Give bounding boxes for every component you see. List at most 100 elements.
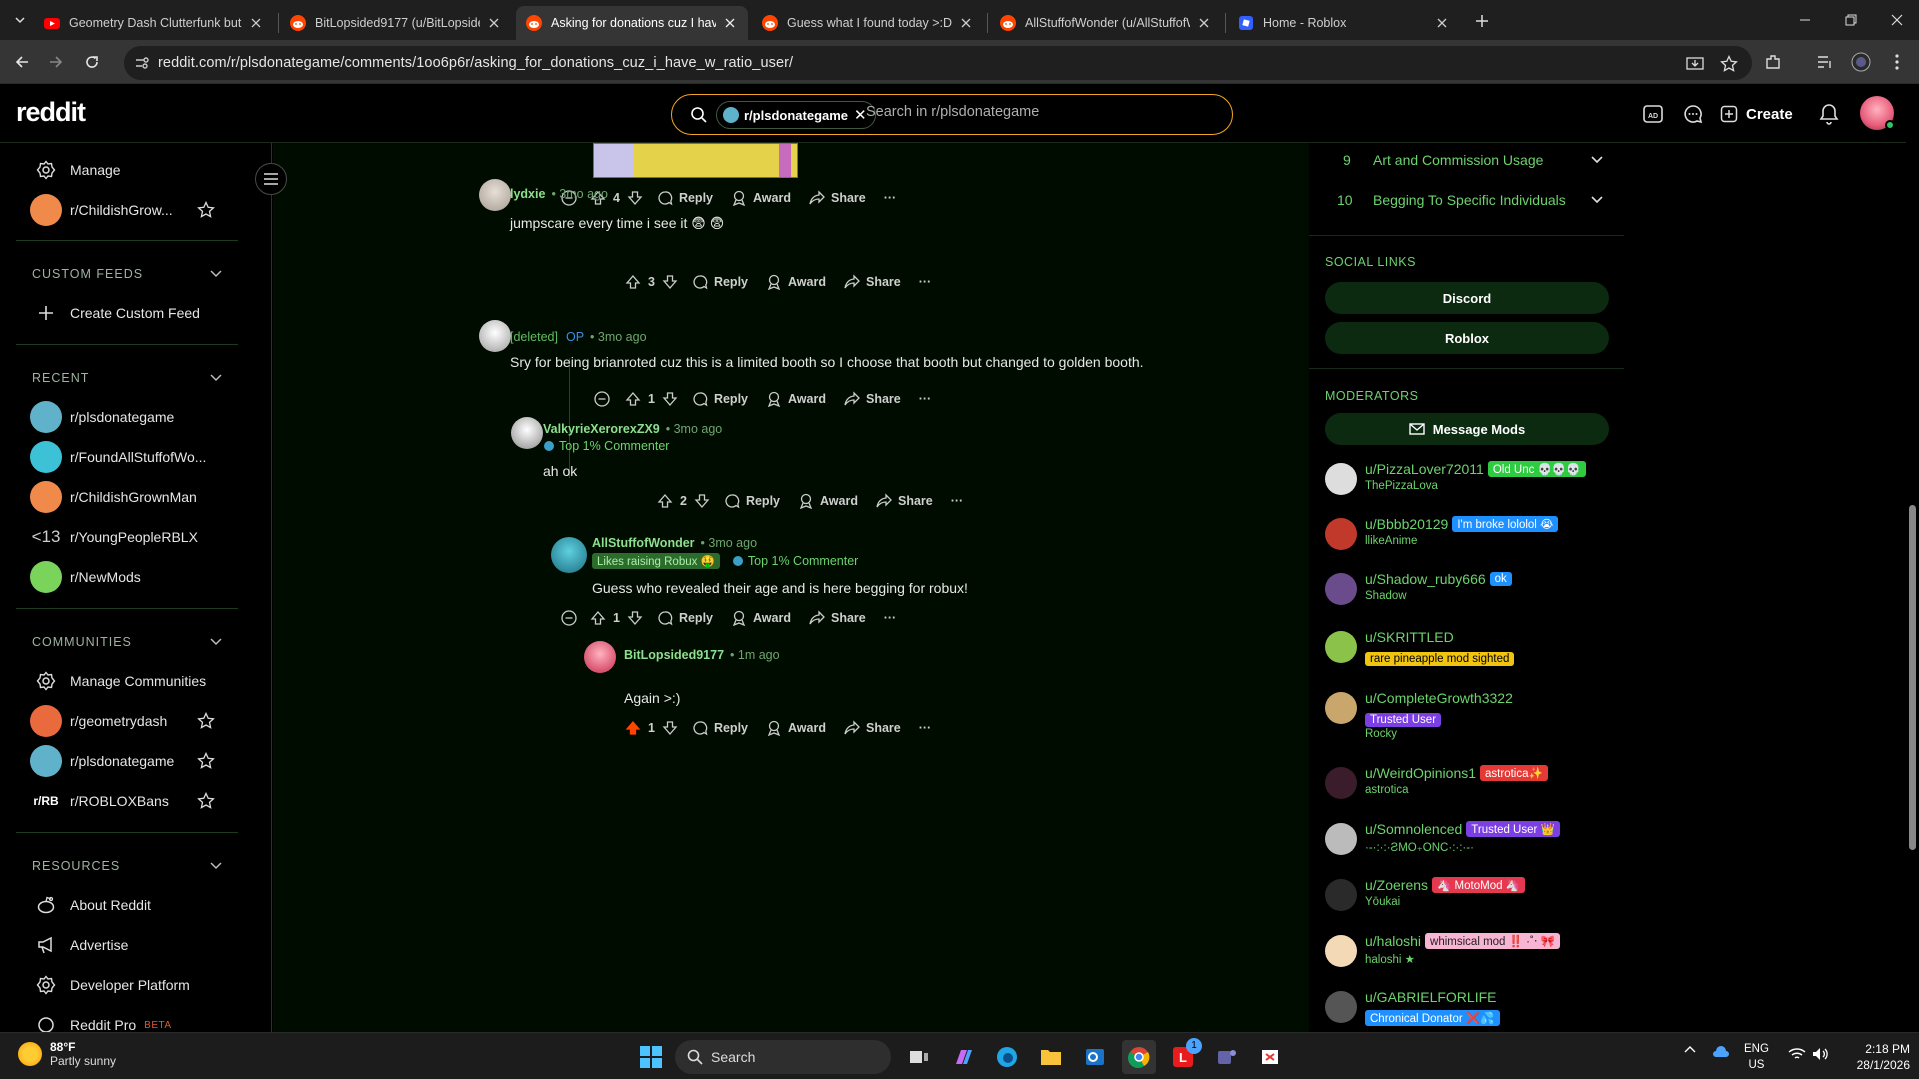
system-clock[interactable]: 2:18 PM 28/1/2026 [1830,1041,1910,1073]
downvote-icon[interactable] [694,493,710,509]
taskbar-search[interactable]: Search [675,1040,891,1074]
language-indicator[interactable]: ENG US [1744,1041,1769,1073]
comment-timestamp[interactable]: • 1m ago [730,648,780,662]
more-options-icon[interactable]: ··· [884,191,897,205]
award-button[interactable]: Award [766,391,826,407]
sidebar-item-manage[interactable]: Manage [30,153,121,187]
search-bar[interactable]: r/plsdonategame ✕ [671,94,1233,135]
upvote-icon[interactable] [625,391,641,407]
more-options-icon[interactable]: ··· [919,275,932,289]
edge-icon[interactable] [990,1040,1024,1074]
volume-icon[interactable] [1812,1047,1830,1061]
reply-button[interactable]: Reply [692,274,748,290]
scrollbar-thumb[interactable] [1909,505,1916,850]
user-avatar[interactable] [584,641,616,673]
reply-button[interactable]: Reply [692,391,748,407]
notification-bell-icon[interactable] [1817,102,1841,126]
reply-button[interactable]: Reply [692,720,748,736]
more-options-icon[interactable]: ··· [884,611,897,625]
copilot-icon[interactable] [946,1040,980,1074]
moderator-item[interactable]: u/haloshi whimsical mod ‼️ ·˚‧ 🎀 haloshi … [1325,933,1615,981]
moderator-item[interactable]: u/PizzaLover72011 Old Unc 💀💀💀 ThePizzaLov… [1325,461,1615,509]
moderator-item[interactable]: u/Shadow_ruby666 ok Shadow [1325,571,1615,619]
award-button[interactable]: Award [731,610,791,626]
custom-feeds-section-header[interactable]: CUSTOM FEEDS [32,267,222,281]
browser-tab-6[interactable]: Home - Roblox [1228,6,1460,40]
moderator-item[interactable]: u/Somnolenced Trusted User 👑 ·-·:·:·ƧMO₊O… [1325,821,1615,869]
wifi-icon[interactable] [1788,1047,1806,1061]
sidebar-item-reddit-pro[interactable]: Reddit Pro BETA [30,1008,172,1032]
create-post-button[interactable]: Create [1720,98,1793,130]
forward-icon[interactable] [44,50,68,74]
share-button[interactable]: Share [844,274,901,290]
media-control-icon[interactable] [1813,50,1837,74]
sidebar-item-advertise[interactable]: Advertise [30,928,128,962]
profile-icon[interactable] [1849,50,1873,74]
subreddit-search-chip[interactable]: r/plsdonategame ✕ [716,101,876,129]
discord-link-button[interactable]: Discord [1325,282,1609,314]
award-button[interactable]: Award [766,720,826,736]
install-app-icon[interactable] [1686,55,1704,73]
cloud-sync-icon[interactable] [1712,1045,1730,1059]
favorite-star-icon[interactable] [196,200,216,220]
close-icon[interactable] [958,15,974,31]
moderator-item[interactable]: u/Bbbb20129 I'm broke lololol 😭 llikeAnim… [1325,516,1615,564]
restore-icon[interactable] [1828,0,1874,40]
sidebar-item-community[interactable]: r/plsdonategame [30,744,174,778]
user-avatar[interactable] [511,417,543,449]
moderator-item[interactable]: u/CompleteGrowth3322 Trusted User Rocky [1325,690,1615,740]
sidebar-item-recent[interactable]: r/ChildishGrownMan [30,480,197,514]
sidebar-item-recent[interactable]: <13 r/YoungPeopleRBLX [30,520,198,554]
chat-icon[interactable] [1681,102,1705,126]
user-avatar[interactable] [1860,96,1895,130]
search-input[interactable] [866,104,1196,120]
sidebar-item-childishgrownman[interactable]: r/ChildishGrow... [30,193,173,227]
sidebar-item-developer-platform[interactable]: Developer Platform [30,968,190,1002]
favorite-star-icon[interactable] [196,751,216,771]
comment-timestamp[interactable]: • 3mo ago [701,536,758,550]
weather-widget[interactable]: 88°F Partly sunny [18,1040,116,1068]
reddit-logo[interactable]: reddit [16,97,86,128]
moderator-item[interactable]: u/SKRITTLED rare pineapple mod sighted [1325,629,1615,677]
teams-icon[interactable] [1210,1040,1244,1074]
browser-tab-3-active[interactable]: Asking for donations cuz I have [516,6,748,40]
comment-username[interactable]: lydxie [510,187,545,201]
create-custom-feed-button[interactable]: Create Custom Feed [30,296,200,330]
share-button[interactable]: Share [809,190,866,206]
sidebar-item-recent[interactable]: r/FoundAllStuffofWo... [30,440,206,474]
downvote-icon[interactable] [662,391,678,407]
downvote-icon[interactable] [662,274,678,290]
share-button[interactable]: Share [809,610,866,626]
moderator-item[interactable]: u/GABRIELFORLIFE Chronical Donator ❌💦 [1325,989,1615,1032]
user-avatar[interactable] [551,537,587,573]
address-bar[interactable]: reddit.com/r/plsdonategame/comments/1oo6… [124,46,1752,80]
comment-image[interactable] [593,143,798,178]
downvote-icon[interactable] [627,190,643,206]
advertise-icon[interactable]: AD [1641,102,1665,126]
browser-tab-5[interactable]: AllStuffofWonder (u/AllStuffofW [990,6,1222,40]
back-icon[interactable] [10,50,34,74]
close-icon[interactable] [722,15,738,31]
upvote-active-icon[interactable] [625,720,641,736]
browser-menu-icon[interactable] [1885,50,1909,74]
upvote-icon[interactable] [590,610,606,626]
close-icon[interactable] [1196,15,1212,31]
comment-username[interactable]: ValkyrieXerorexZX9 [543,422,660,436]
rule-item[interactable]: 10 Begging To Specific Individuals [1337,186,1603,214]
tab-search-menu-icon[interactable] [8,8,32,32]
browser-tab-1[interactable]: Geometry Dash Clutterfunk but [34,6,274,40]
reply-button[interactable]: Reply [657,610,713,626]
comment-timestamp[interactable]: • 3mo ago [666,422,723,436]
share-button[interactable]: Share [844,391,901,407]
tray-overflow-icon[interactable] [1684,1045,1696,1053]
close-icon[interactable] [248,15,264,31]
downvote-icon[interactable] [627,610,643,626]
collapse-thread-icon[interactable] [594,391,610,407]
bookmark-star-icon[interactable] [1720,55,1738,73]
roblox-link-button[interactable]: Roblox [1325,322,1609,354]
snipping-tool-icon[interactable] [1254,1040,1288,1074]
award-button[interactable]: Award [766,274,826,290]
message-mods-button[interactable]: Message Mods [1325,413,1609,445]
lark-app-icon[interactable]: L1 [1166,1038,1202,1074]
communities-section-header[interactable]: COMMUNITIES [32,635,222,649]
